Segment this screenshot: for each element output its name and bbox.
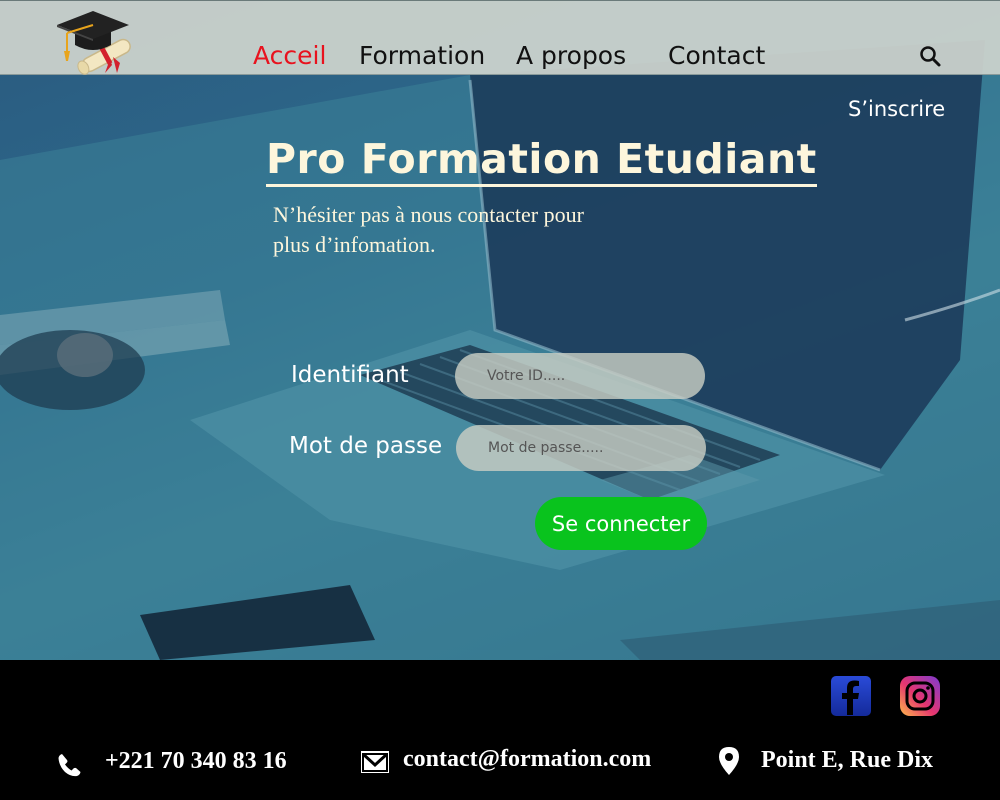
hero-description: N’hésiter pas à nous contacter pour plus… [273, 200, 673, 260]
nav-item-formation[interactable]: Formation [359, 41, 485, 70]
footer-address: Point E, Rue Dix [761, 747, 934, 773]
footer-email[interactable]: contact@formation.com [403, 746, 651, 773]
facebook-icon[interactable] [830, 675, 872, 717]
main-nav: Acceil Formation A propos Contact [0, 1, 1000, 76]
mail-icon [360, 750, 390, 774]
hero-description-line-2: plus d’infomation. [273, 232, 436, 257]
page-title: Pro Formation Etudiant [266, 134, 817, 187]
login-button[interactable]: Se connecter [535, 497, 707, 550]
nav-item-a-propos[interactable]: A propos [516, 41, 626, 70]
footer-phone[interactable]: +221 70 340 83 16 [105, 748, 287, 775]
location-pin-icon [717, 746, 741, 776]
instagram-icon[interactable] [899, 675, 941, 717]
identifiant-input[interactable] [455, 353, 705, 399]
password-input[interactable] [456, 425, 706, 471]
top-navigation-bar: Acceil Formation A propos Contact [0, 0, 1000, 75]
identifiant-label: Identifiant [291, 362, 409, 388]
hero-description-line-1: N’hésiter pas à nous contacter pour [273, 202, 584, 227]
phone-icon [56, 752, 82, 778]
signup-link[interactable]: S’inscrire [848, 97, 945, 121]
password-label: Mot de passe [289, 433, 443, 459]
search-icon[interactable] [918, 44, 942, 68]
page: Acceil Formation A propos Contact S’insc… [0, 0, 1000, 800]
nav-item-acceil[interactable]: Acceil [253, 41, 326, 70]
nav-item-contact[interactable]: Contact [668, 41, 765, 70]
